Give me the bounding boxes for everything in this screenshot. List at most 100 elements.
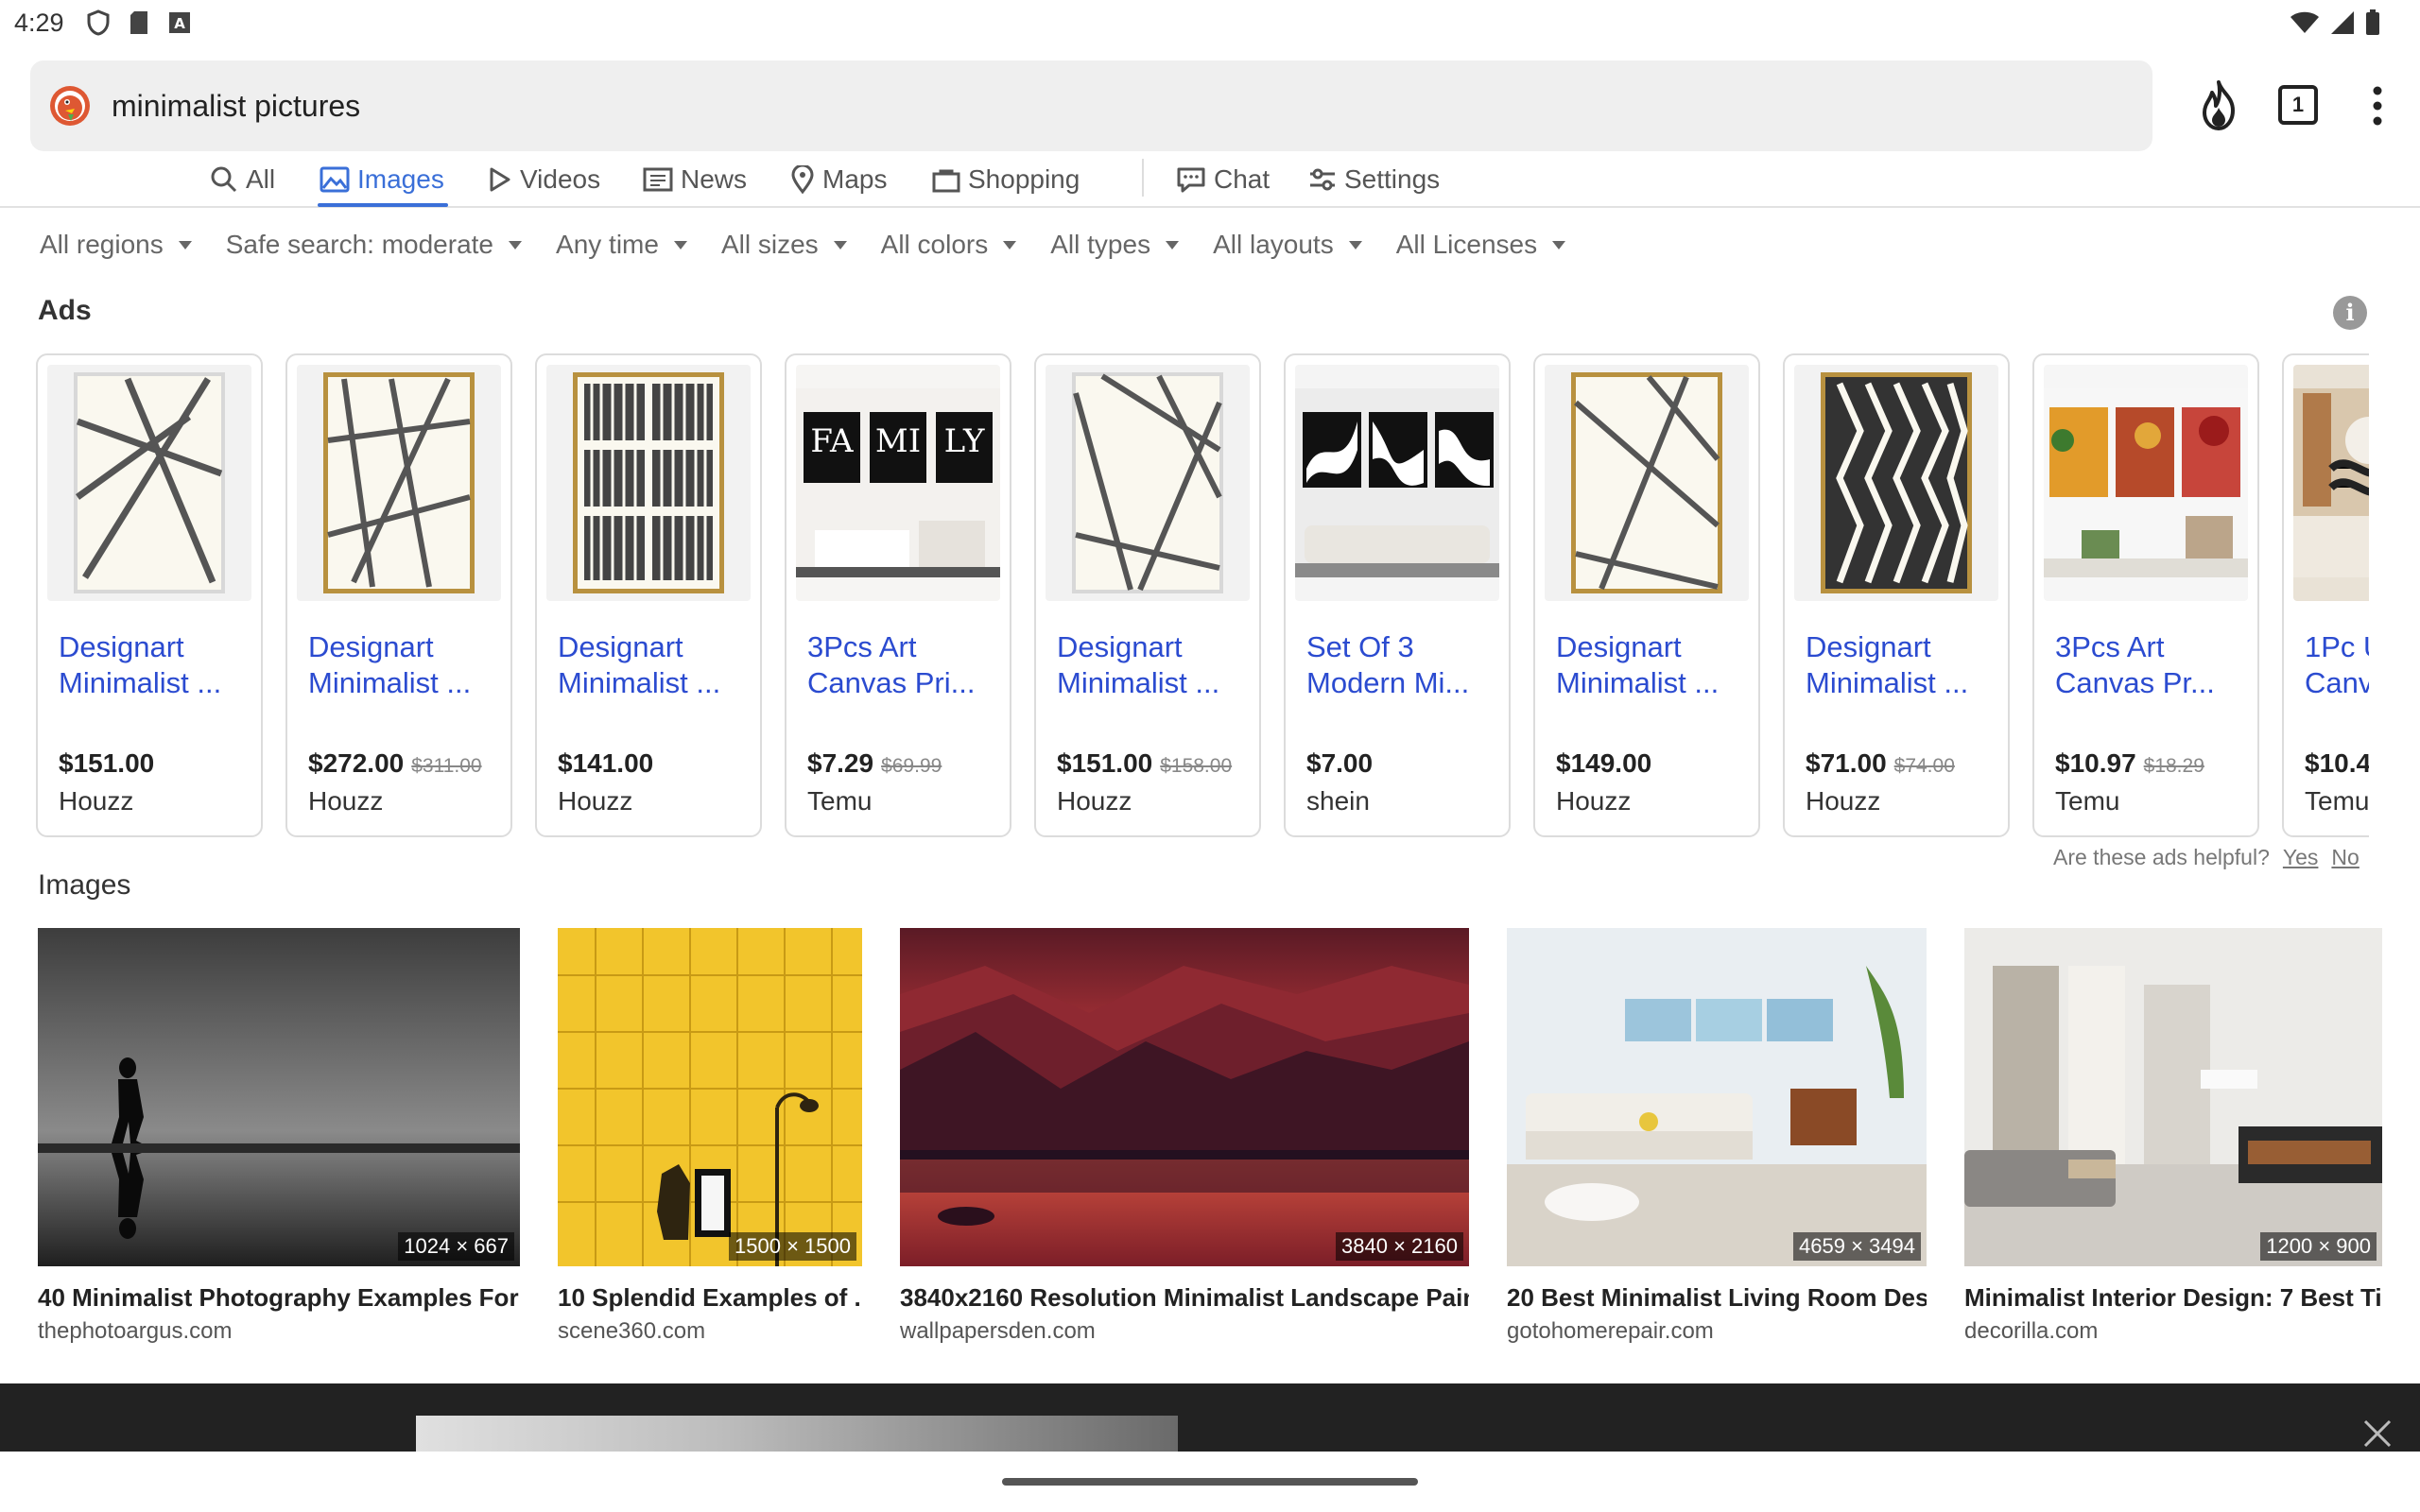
ad-title[interactable]: Designart Minimalist ...: [1556, 629, 1754, 701]
filter-license[interactable]: All Licenses: [1396, 230, 1566, 260]
status-bar: 4:29 A: [0, 0, 2420, 47]
ad-image: [297, 365, 501, 601]
tab-videos[interactable]: Videos: [486, 151, 600, 208]
close-icon[interactable]: [2361, 1418, 2394, 1450]
image-thumbnail[interactable]: 4659 × 3494: [1507, 928, 1927, 1266]
ad-card[interactable]: 1Pc UCanv $10.4 Temu: [2282, 353, 2369, 837]
svg-text:LY: LY: [944, 422, 985, 460]
filter-time[interactable]: Any time: [556, 230, 687, 260]
filter-size[interactable]: All sizes: [721, 230, 847, 260]
ad-title[interactable]: Designart Minimalist ...: [1057, 629, 1255, 701]
image-result[interactable]: 1500 × 1500 10 Splendid Examples of ... …: [558, 928, 862, 1345]
tab-chat[interactable]: Chat: [1176, 151, 1270, 208]
tab-label: Chat: [1214, 164, 1270, 194]
tab-label: Settings: [1344, 164, 1441, 194]
ad-card[interactable]: Designart Minimalist ... $149.00 Houzz: [1533, 353, 1760, 837]
image-title[interactable]: 20 Best Minimalist Living Room Des...: [1507, 1283, 1927, 1313]
image-icon: [320, 166, 350, 193]
ad-store: Houzz: [308, 786, 384, 816]
ad-image: FA MI LY: [796, 365, 1000, 601]
ad-card[interactable]: Designart Minimalist ... $71.00 $74.00 Hou…: [1783, 353, 2010, 837]
ad-price: $7.29 $69.99: [807, 748, 942, 778]
image-source[interactable]: thephotoargus.com: [38, 1318, 520, 1345]
filter-type[interactable]: All types: [1050, 230, 1180, 260]
tab-label: Maps: [822, 164, 888, 194]
ads-carousel[interactable]: Designart Minimalist ... $151.00 Houzz De…: [36, 353, 2369, 837]
ad-store: Houzz: [59, 786, 134, 816]
ad-card[interactable]: Designart Minimalist ... $151.00 Houzz: [36, 353, 263, 837]
ad-store: shein: [1306, 786, 1370, 816]
caret-down-icon: [1003, 240, 1017, 249]
ad-price: $149.00: [1556, 748, 1652, 778]
ad-card[interactable]: Designart Minimalist ... $151.00 $158.00 H…: [1034, 353, 1261, 837]
tab-all[interactable]: All: [210, 151, 275, 208]
image-source[interactable]: decorilla.com: [1964, 1318, 2382, 1345]
image-thumbnail[interactable]: 3840 × 2160: [900, 928, 1469, 1266]
image-thumbnail[interactable]: 1200 × 900: [1964, 928, 2382, 1266]
image-result[interactable]: 1024 × 667 40 Minimalist Photography Exa…: [38, 928, 520, 1345]
image-thumbnail[interactable]: 1024 × 667: [38, 928, 520, 1266]
image-result[interactable]: 4659 × 3494 20 Best Minimalist Living Ro…: [1507, 928, 1927, 1345]
address-bar[interactable]: minimalist pictures: [30, 60, 2152, 151]
image-source[interactable]: gotohomerepair.com: [1507, 1318, 1927, 1345]
filter-color[interactable]: All colors: [881, 230, 1017, 260]
filter-bar: All regions Safe search: moderate Any ti…: [40, 230, 1599, 260]
home-gesture-handle[interactable]: [1002, 1478, 1418, 1486]
ad-store: Houzz: [1806, 786, 1881, 816]
ad-title[interactable]: Designart Minimalist ...: [59, 629, 257, 701]
image-title[interactable]: 3840x2160 Resolution Minimalist Landscap…: [900, 1283, 1469, 1313]
ad-card[interactable]: Designart Minimalist ... $141.00 Houzz: [535, 353, 762, 837]
ad-title[interactable]: Designart Minimalist ...: [308, 629, 507, 701]
tab-maps[interactable]: Maps: [790, 151, 887, 208]
ad-price: $272.00 $311.00: [308, 748, 482, 778]
ads-feedback-question: Are these ads helpful?: [2053, 845, 2270, 869]
ad-card[interactable]: Set Of 3 Modern Mi... $7.00 shein: [1284, 353, 1511, 837]
tab-label: Images: [357, 164, 444, 194]
image-title[interactable]: 40 Minimalist Photography Examples For .…: [38, 1283, 520, 1313]
ad-card[interactable]: Designart Minimalist ... $272.00 $311.00 H…: [285, 353, 512, 837]
ad-image: [2293, 365, 2369, 601]
filter-region[interactable]: All regions: [40, 230, 192, 260]
ad-image: [47, 365, 251, 601]
info-icon[interactable]: i: [2333, 296, 2367, 330]
ad-title[interactable]: Set Of 3 Modern Mi...: [1306, 629, 1505, 701]
ads-feedback: Are these ads helpful? Yes No: [2053, 845, 2360, 870]
tab-label: News: [681, 164, 748, 194]
signal-icon: [2331, 11, 2354, 34]
image-thumbnail[interactable]: 1500 × 1500: [558, 928, 862, 1266]
image-title[interactable]: 10 Splendid Examples of ...: [558, 1283, 862, 1313]
image-source[interactable]: wallpapersden.com: [900, 1318, 1469, 1345]
battery-icon: [2366, 9, 2379, 35]
search-input[interactable]: minimalist pictures: [112, 89, 360, 124]
filter-layout[interactable]: All layouts: [1213, 230, 1362, 260]
svg-text:A: A: [174, 15, 185, 32]
ads-feedback-no-link[interactable]: No: [2331, 845, 2359, 869]
tab-shopping[interactable]: Shopping: [932, 151, 1080, 208]
shopping-bag-icon: [932, 169, 960, 193]
ad-image: [1295, 365, 1499, 601]
tab-settings[interactable]: Settings: [1308, 151, 1440, 208]
ads-feedback-yes-link[interactable]: Yes: [2283, 845, 2319, 869]
image-source[interactable]: scene360.com: [558, 1318, 862, 1345]
ad-title[interactable]: 1Pc UCanv: [2305, 629, 2369, 701]
ad-image: [546, 365, 751, 601]
image-result[interactable]: 1200 × 900 Minimalist Interior Design: 7…: [1964, 928, 2382, 1345]
overflow-menu-icon[interactable]: [2363, 83, 2392, 129]
image-result[interactable]: 3840 × 2160 3840x2160 Resolution Minimal…: [900, 928, 1469, 1345]
fire-icon[interactable]: [2195, 79, 2242, 132]
ad-price: $7.00: [1306, 748, 1374, 778]
ad-title[interactable]: Designart Minimalist ...: [558, 629, 756, 701]
ad-title[interactable]: 3Pcs Art Canvas Pri...: [807, 629, 1006, 701]
tab-news[interactable]: News: [643, 151, 747, 208]
ad-title[interactable]: Designart Minimalist ...: [1806, 629, 2004, 701]
ad-card[interactable]: FA MI LY 3Pcs Art Canvas Pri... $7.29 $69.99…: [785, 353, 1011, 837]
ad-image: [1794, 365, 1998, 601]
tabs-count-button[interactable]: 1: [2278, 85, 2318, 125]
ad-title[interactable]: 3Pcs Art Canvas Pr...: [2055, 629, 2254, 701]
image-dimensions: 4659 × 3494: [1793, 1232, 1921, 1261]
sliders-icon: [1310, 168, 1335, 191]
ad-card[interactable]: 3Pcs Art Canvas Pr... $10.97 $18.29 Temu: [2032, 353, 2259, 837]
image-title[interactable]: Minimalist Interior Design: 7 Best Ti...: [1964, 1283, 2382, 1313]
tab-images[interactable]: Images: [320, 151, 444, 208]
filter-safe-search[interactable]: Safe search: moderate: [226, 230, 523, 260]
